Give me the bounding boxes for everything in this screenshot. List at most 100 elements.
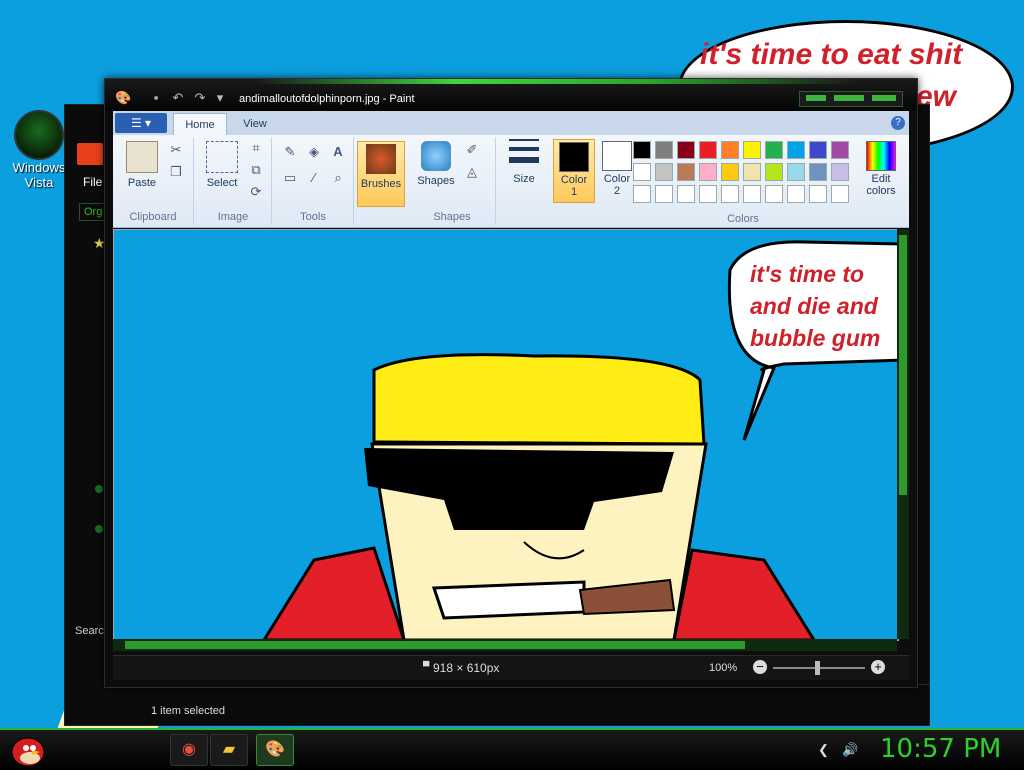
size-button[interactable]: Size: [501, 137, 547, 199]
palette-swatch[interactable]: [677, 141, 695, 159]
explorer-search-label[interactable]: Searc: [75, 625, 104, 637]
minimize-button[interactable]: [806, 95, 826, 101]
fill-icon[interactable]: ◈: [305, 143, 323, 161]
text-tool-icon[interactable]: A: [329, 143, 347, 161]
resize-icon[interactable]: ⧉: [247, 161, 265, 179]
taskbar-paint-button[interactable]: 🎨: [256, 734, 294, 766]
palette-swatch[interactable]: [787, 163, 805, 181]
palette-swatch[interactable]: [721, 163, 739, 181]
palette-empty-swatch[interactable]: [699, 185, 717, 203]
paint-titlebar[interactable]: 🎨 ▪ ↶ ↷ ▾ andimalloutofdolphinporn.jpg -…: [105, 79, 917, 111]
palette-empty-swatch[interactable]: [633, 185, 651, 203]
palette-empty-swatch[interactable]: [787, 185, 805, 203]
paint-menu-button[interactable]: ☰ ▾: [115, 113, 167, 133]
horizontal-scrollbar[interactable]: [113, 639, 897, 651]
palette-swatch[interactable]: [655, 163, 673, 181]
pencil-icon[interactable]: ✎: [281, 143, 299, 161]
palette-empty-swatch[interactable]: [743, 185, 761, 203]
explorer-back-button[interactable]: [77, 143, 103, 165]
crop-icon[interactable]: ⌗: [247, 139, 265, 157]
clock[interactable]: 10:57 PM: [880, 734, 1001, 764]
palette-swatch[interactable]: [699, 141, 717, 159]
color2-swatch: [602, 141, 632, 171]
shapes-button[interactable]: Shapes: [413, 139, 459, 201]
canvas-speech-line-1: it's time to: [750, 261, 865, 287]
palette-swatch[interactable]: [765, 163, 783, 181]
paint-window[interactable]: 🎨 ▪ ↶ ↷ ▾ andimalloutofdolphinporn.jpg -…: [104, 78, 918, 688]
select-button[interactable]: Select: [199, 139, 245, 201]
red-shirt-right: [672, 548, 816, 640]
image-size-text: 918 × 610px: [433, 661, 500, 675]
tab-view[interactable]: View: [231, 113, 279, 135]
paint-status-bar: ▀ 918 × 610px 100% − +: [113, 655, 909, 680]
undo-icon[interactable]: ↶: [171, 91, 185, 105]
copy-icon[interactable]: ❐: [167, 163, 185, 181]
palette-swatch[interactable]: [721, 141, 739, 159]
save-icon[interactable]: ▪: [149, 91, 163, 105]
palette-empty-swatch[interactable]: [677, 185, 695, 203]
zoom-out-button[interactable]: −: [753, 660, 767, 674]
help-icon[interactable]: ?: [891, 116, 905, 130]
tools-group-label: Tools: [300, 211, 326, 223]
palette-empty-swatch[interactable]: [721, 185, 739, 203]
clipboard-icon: [126, 141, 158, 173]
palette-empty-swatch[interactable]: [831, 185, 849, 203]
palette-swatch[interactable]: [677, 163, 695, 181]
palette-swatch[interactable]: [633, 141, 651, 159]
palette-swatch[interactable]: [699, 163, 717, 181]
taskbar-explorer-button[interactable]: ▰: [210, 734, 248, 766]
paste-label: Paste: [127, 177, 157, 189]
maximize-button[interactable]: [834, 95, 864, 101]
color-picker-icon[interactable]: ⁄: [305, 169, 323, 187]
shapes-icon: [421, 141, 451, 171]
palette-empty-swatch[interactable]: [809, 185, 827, 203]
quick-access-dropdown-icon[interactable]: ▾: [213, 91, 227, 105]
wallpaper-speech-line-1: it's time to eat shit: [700, 38, 963, 71]
window-controls[interactable]: [799, 91, 903, 107]
zoom-slider-thumb[interactable]: [815, 661, 820, 675]
color1-number: 1: [570, 186, 578, 198]
vertical-scroll-thumb[interactable]: [899, 235, 907, 495]
palette-swatch[interactable]: [809, 141, 827, 159]
paint-canvas[interactable]: it's time to and die and bubble gum: [113, 229, 899, 641]
tray-arrow-icon[interactable]: ❮: [818, 742, 829, 758]
vertical-scrollbar[interactable]: [897, 229, 909, 639]
group-shapes: Shapes ✐ ◬ Shapes: [409, 137, 496, 225]
palette-swatch[interactable]: [633, 163, 651, 181]
cut-icon[interactable]: ✂: [167, 141, 185, 159]
tab-home[interactable]: Home: [173, 113, 227, 136]
colors-group-label: Colors: [727, 213, 759, 225]
color2-button[interactable]: Color 2: [597, 139, 637, 201]
palette-swatch[interactable]: [787, 141, 805, 159]
zoom-in-button[interactable]: +: [871, 660, 885, 674]
palette-swatch[interactable]: [809, 163, 827, 181]
palette-swatch[interactable]: [831, 163, 849, 181]
desktop-icon-windows-vista[interactable]: Windows Vista: [8, 110, 70, 190]
palette-empty-swatch[interactable]: [765, 185, 783, 203]
color1-button[interactable]: Color 1: [553, 139, 595, 203]
palette-empty-swatch[interactable]: [655, 185, 673, 203]
horizontal-scroll-thumb[interactable]: [125, 641, 745, 649]
group-image: Select ⌗ ⧉ ⟳ Image: [195, 137, 272, 225]
volume-icon[interactable]: 🔊: [842, 742, 858, 758]
explorer-file-menu[interactable]: File: [83, 175, 102, 189]
close-button[interactable]: [872, 95, 896, 101]
paste-button[interactable]: Paste: [119, 139, 165, 201]
palette-swatch[interactable]: [743, 141, 761, 159]
image-size-icon: ▀: [423, 661, 430, 671]
shape-fill-icon[interactable]: ◬: [463, 163, 481, 181]
outline-icon[interactable]: ✐: [463, 141, 481, 159]
palette-swatch[interactable]: [831, 141, 849, 159]
palette-swatch[interactable]: [765, 141, 783, 159]
palette-swatch[interactable]: [655, 141, 673, 159]
angry-bird-start-icon[interactable]: [6, 732, 46, 768]
palette-swatch[interactable]: [743, 163, 761, 181]
redo-icon[interactable]: ↷: [193, 91, 207, 105]
brushes-button[interactable]: Brushes: [357, 141, 405, 207]
group-clipboard: Paste ✂ ❐ Clipboard: [113, 137, 194, 225]
taskbar-chrome-button[interactable]: ◉: [170, 734, 208, 766]
edit-colors-button[interactable]: Edit colors: [857, 139, 905, 201]
rotate-icon[interactable]: ⟳: [247, 183, 265, 201]
eraser-icon[interactable]: ▭: [281, 169, 299, 187]
magnifier-icon[interactable]: ⌕: [329, 169, 347, 187]
